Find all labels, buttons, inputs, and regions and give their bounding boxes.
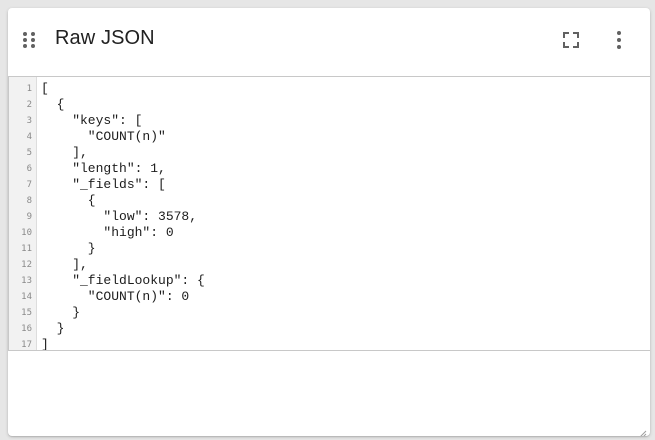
line-number: 1 xyxy=(26,84,32,94)
line-number: 17 xyxy=(21,340,32,350)
line-number: 11 xyxy=(21,244,32,254)
more-vertical-icon xyxy=(617,31,621,49)
code-line: 5 ], xyxy=(9,145,650,161)
line-number: 15 xyxy=(21,308,32,318)
code-text: } xyxy=(41,305,81,320)
code-line: 8 { xyxy=(9,193,650,209)
code-text: "_fieldLookup": { xyxy=(41,273,205,288)
raw-json-widget: Raw JSON 1[2 {3 "keys": [4 "COUNT(n)" 5 ]… xyxy=(8,8,650,436)
code-line: 3 "keys": [ xyxy=(9,113,650,129)
more-options-button[interactable] xyxy=(607,28,631,52)
line-number: 12 xyxy=(21,260,32,270)
code-text: ] xyxy=(41,337,49,351)
code-text: } xyxy=(41,241,96,256)
line-number: 3 xyxy=(26,116,32,126)
line-number: 9 xyxy=(26,212,32,222)
code-text: { xyxy=(41,193,96,208)
code-line: 6 "length": 1, xyxy=(9,161,650,177)
line-number: 13 xyxy=(21,276,32,286)
code-text: "_fields": [ xyxy=(41,177,166,192)
code-line: 4 "COUNT(n)" xyxy=(9,129,650,145)
code-text: [ xyxy=(41,81,49,96)
code-text: { xyxy=(41,97,65,112)
code-line: 9 "low": 3578, xyxy=(9,209,650,225)
line-number: 8 xyxy=(26,196,32,206)
line-number: 7 xyxy=(26,180,32,190)
code-text: "length": 1, xyxy=(41,161,166,176)
widget-title: Raw JSON xyxy=(55,27,155,49)
code-line: 10 "high": 0 xyxy=(9,225,650,241)
code-line: 16 } xyxy=(9,321,650,337)
line-number: 16 xyxy=(21,324,32,334)
code-text: ], xyxy=(41,257,88,272)
code-line: 14 "COUNT(n)": 0 xyxy=(9,289,650,305)
line-number: 6 xyxy=(26,164,32,174)
widget-header: Raw JSON xyxy=(8,8,650,76)
code-line: 2 { xyxy=(9,97,650,113)
code-text: } xyxy=(41,321,65,336)
code-line: 15 } xyxy=(9,305,650,321)
code-line: 17] xyxy=(9,337,650,351)
line-number: 5 xyxy=(26,148,32,158)
fullscreen-icon xyxy=(563,32,579,48)
code-text: "high": 0 xyxy=(41,225,174,240)
line-number: 10 xyxy=(21,228,32,238)
line-number: 4 xyxy=(26,132,32,142)
code-text: "low": 3578, xyxy=(41,209,198,224)
code-line: 11 } xyxy=(9,241,650,257)
code-text: ], xyxy=(41,145,88,160)
code-text: "COUNT(n)" xyxy=(41,129,166,144)
json-code-editor[interactable]: 1[2 {3 "keys": [4 "COUNT(n)" 5 ], 6 "lengt… xyxy=(8,76,650,351)
code-line: 12 ], xyxy=(9,257,650,273)
drag-handle-icon[interactable] xyxy=(22,31,36,49)
code-line: 1[ xyxy=(9,81,650,97)
line-number: 14 xyxy=(21,292,32,302)
code-text: "keys": [ xyxy=(41,113,143,128)
fullscreen-button[interactable] xyxy=(559,28,583,52)
line-number: 2 xyxy=(26,100,32,110)
resize-handle-icon[interactable] xyxy=(639,425,647,436)
code-line: 7 "_fields": [ xyxy=(9,177,650,193)
code-line: 13 "_fieldLookup": { xyxy=(9,273,650,289)
code-text: "COUNT(n)": 0 xyxy=(41,289,190,304)
